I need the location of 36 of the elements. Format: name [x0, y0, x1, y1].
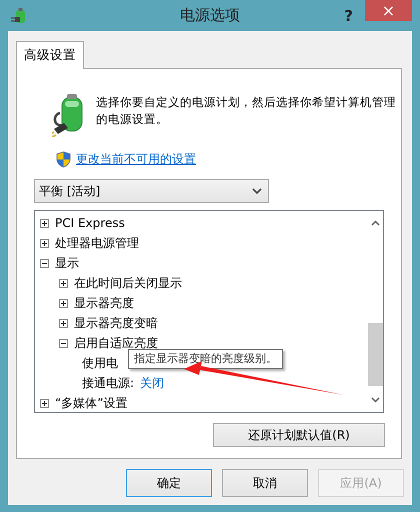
scroll-down-icon[interactable] [370, 397, 380, 403]
scroll-up-icon[interactable] [370, 220, 380, 226]
tree-item[interactable]: 接通电源: [82, 375, 134, 391]
expand-icon[interactable] [40, 398, 49, 408]
setting-value-link[interactable]: 关闭 [140, 375, 164, 391]
close-button[interactable]: × [365, 0, 412, 21]
window-title: 电源选项 [180, 6, 240, 24]
expand-icon[interactable] [59, 298, 68, 308]
dialog-button[interactable]: 取消 [222, 469, 308, 497]
tab[interactable]: 高级设置 [16, 41, 84, 69]
help-button[interactable]: ? [332, 7, 365, 25]
expand-icon[interactable] [59, 318, 68, 328]
tree-item[interactable]: 显示 [55, 255, 79, 271]
description-text: 选择你要自定义的电源计划，然后选择你希望计算机管理的电源设置。 [96, 94, 397, 128]
plan-dropdown[interactable]: 平衡 [活动] [34, 179, 269, 203]
tree-item[interactable]: 处理器电源管理 [55, 235, 139, 251]
change-settings-link[interactable]: 更改当前不可用的设置 [76, 151, 196, 168]
chevron-down-icon [252, 188, 262, 194]
shield-icon [56, 151, 71, 168]
tree-item[interactable]: 启用自适应亮度 [74, 335, 158, 351]
expand-icon[interactable] [40, 218, 49, 228]
restore-defaults-button[interactable]: 还原计划默认值(R) [213, 423, 385, 447]
collapse-icon[interactable] [40, 258, 49, 268]
tree-item[interactable]: 在此时间后关闭显示 [74, 275, 182, 291]
expand-icon[interactable] [40, 238, 49, 248]
tree-item[interactable]: PCI Express [55, 215, 125, 231]
tree-item[interactable]: 显示器亮度 [74, 295, 134, 311]
tree-item[interactable]: 显示器亮度变暗 [74, 315, 158, 331]
expand-icon[interactable] [59, 278, 68, 288]
tooltip: 指定显示器变暗的亮度级别。 [128, 349, 283, 369]
dialog-button[interactable]: 确定 [126, 469, 212, 497]
tree-item[interactable]: 使用电 [82, 355, 118, 371]
battery-plug-icon [10, 7, 28, 25]
scroll-thumb[interactable] [368, 323, 382, 386]
collapse-icon[interactable] [59, 338, 68, 348]
tree-item[interactable]: “多媒体”设置 [55, 395, 128, 411]
